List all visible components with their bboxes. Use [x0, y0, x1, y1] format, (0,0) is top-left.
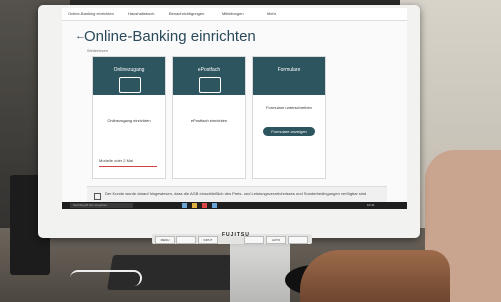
page-title: Online-Banking einrichten: [84, 28, 256, 45]
card-title: ePostfach: [197, 67, 221, 73]
photo-scene: Online-Banking einrichten Haushaltsbuch …: [0, 0, 501, 302]
monitor-button[interactable]: [288, 236, 308, 244]
monitor-button[interactable]: INPUT: [198, 236, 218, 244]
card-formulare[interactable]: Formulare Formulare unterschreiben Formu…: [252, 56, 326, 179]
windows-taskbar: Suchbegriff hier eingeben 10:41: [62, 202, 407, 209]
card-header: Formulare: [253, 57, 325, 95]
card-onlinezugang[interactable]: Onlinezugang Onlinezugang einrichten Mod…: [92, 56, 166, 179]
browser-icon[interactable]: [212, 203, 217, 208]
nav-item[interactable]: Mehr: [267, 11, 276, 16]
app-icon[interactable]: [202, 203, 207, 208]
card-title: Onlinezugang: [113, 67, 145, 73]
house-icon: [119, 77, 141, 93]
top-nav: Online-Banking einrichten Haushaltsbuch …: [62, 8, 407, 21]
agb-checkbox-label: Der Kunde wurde darauf hingewiesen, dass…: [105, 191, 367, 196]
taskbar-clock: 10:41: [367, 203, 375, 207]
nav-item[interactable]: Online-Banking einrichten: [68, 11, 114, 16]
monitor-screen: Online-Banking einrichten Haushaltsbuch …: [62, 8, 407, 209]
card-header: Onlinezugang: [93, 57, 165, 95]
person-hand: [300, 250, 450, 302]
monitor-button[interactable]: [244, 236, 264, 244]
nav-item[interactable]: Benachrichtigungen: [169, 11, 204, 16]
card-select[interactable]: Modelle oder 2 Mal: [99, 158, 157, 167]
folder-icon[interactable]: [192, 203, 197, 208]
card-title: Formulare: [277, 67, 301, 73]
page-subtitle[interactable]: Weiterlesen: [87, 48, 108, 53]
formulare-anzeigen-button[interactable]: Formulare anzeigen: [263, 127, 315, 136]
monitor-stand: [230, 244, 290, 302]
card-header: ePostfach: [173, 57, 245, 95]
card-label: Formulare unterschreiben: [266, 105, 312, 110]
agb-checkbox[interactable]: [94, 193, 101, 200]
card-epostfach[interactable]: ePostfach ePostfach einrichten: [172, 56, 246, 179]
taskbar-search[interactable]: Suchbegriff hier eingeben: [70, 203, 133, 208]
mailbox-icon: [199, 77, 221, 93]
nav-item[interactable]: Haushaltsbuch: [128, 11, 154, 16]
monitor-button[interactable]: AUTO: [266, 236, 286, 244]
nav-item[interactable]: Mitteilungen: [222, 11, 244, 16]
cable: [70, 270, 142, 286]
card-label: ePostfach einrichten: [190, 118, 228, 123]
taskbar-app-icon[interactable]: [182, 203, 187, 208]
card-label: Onlinezugang einrichten: [107, 118, 151, 123]
monitor-button[interactable]: [176, 236, 196, 244]
monitor-button[interactable]: MENU: [155, 236, 175, 244]
